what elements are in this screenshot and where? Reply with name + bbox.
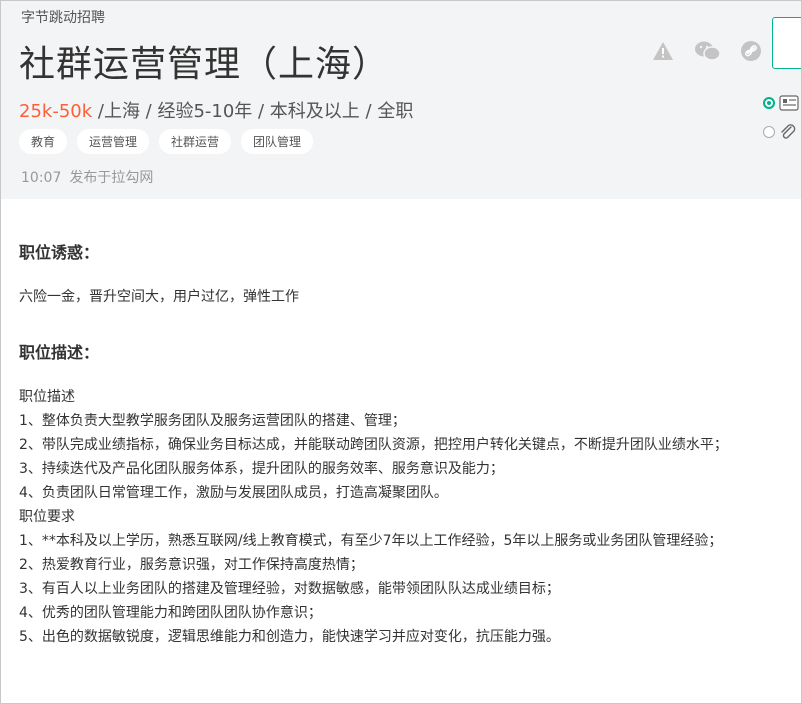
resume-icon	[779, 95, 799, 111]
job-header: 字节跳动招聘 社群运营管理（上海） 25k-50k /上海 / 经验5-10年 …	[1, 1, 801, 199]
apply-button[interactable]	[772, 17, 801, 69]
attachment-icon	[781, 124, 796, 139]
publish-source: 发布于拉勾网	[69, 170, 154, 186]
description-line: 职位描述	[19, 389, 75, 405]
job-content: 职位诱惑： 六险一金，晋升空间大，用户过亿，弹性工作 职位描述： 职位描述 1、…	[19, 241, 779, 649]
description-line: 1、**本科及以上学历，熟悉互联网/线上教育模式，有至少7年以上工作经验，5年以…	[19, 533, 723, 549]
description-line: 2、热爱教育行业，服务意识强，对工作保持高度热情；	[19, 557, 364, 573]
job-detail-page: 字节跳动招聘 社群运营管理（上海） 25k-50k /上海 / 经验5-10年 …	[0, 0, 802, 704]
description-line: 3、持续迭代及产品化团队服务体系，提升团队的服务效率、服务意识及能力；	[19, 461, 504, 477]
wechat-icon[interactable]	[694, 39, 722, 63]
radio-checked[interactable]	[763, 97, 775, 109]
tag[interactable]: 运营管理	[77, 129, 150, 154]
attachment-resume-option[interactable]	[763, 123, 797, 141]
warning-icon[interactable]	[651, 39, 675, 63]
description-line: 4、负责团队日常管理工作，激励与发展团队成员，打造高凝聚团队。	[19, 485, 448, 501]
description-line: 2、带队完成业绩指标，确保业务目标达成，并能联动跨团队资源，把控用户转化关键点，…	[19, 437, 728, 453]
description-line: 职位要求	[19, 509, 75, 525]
link-icon[interactable]	[739, 39, 763, 63]
tag[interactable]: 教育	[19, 129, 68, 154]
publish-info: 10:07 发布于拉勾网	[21, 167, 161, 187]
perks-text: 六险一金，晋升空间大，用户过亿，弹性工作	[19, 289, 299, 305]
publish-time: 10:07	[21, 170, 62, 186]
description-line: 4、优秀的团队管理能力和跨团队团队协作意识；	[19, 605, 322, 621]
online-resume-option[interactable]	[763, 95, 799, 111]
company-name[interactable]: 字节跳动招聘	[21, 7, 105, 27]
job-meta: 25k-50k /上海 / 经验5-10年 / 本科及以上 / 全职	[19, 97, 413, 123]
radio-unchecked[interactable]	[763, 126, 775, 138]
description-line: 1、整体负责大型教学服务团队及服务运营团队的搭建、管理；	[19, 413, 406, 429]
description-title: 职位描述：	[19, 343, 100, 362]
salary: 25k-50k	[19, 101, 93, 122]
tag-list: 教育 运营管理 社群运营 团队管理	[19, 129, 314, 154]
job-title: 社群运营管理（上海）	[19, 44, 390, 85]
description-body: 职位描述 1、整体负责大型教学服务团队及服务运营团队的搭建、管理； 2、带队完成…	[19, 385, 779, 649]
description-line: 3、有百人以上业务团队的搭建及管理经验，对数据敏感，能带领团队队达成业绩目标；	[19, 581, 560, 597]
job-requirements: /上海 / 经验5-10年 / 本科及以上 / 全职	[92, 101, 414, 122]
tag[interactable]: 社群运营	[159, 129, 232, 154]
tag[interactable]: 团队管理	[241, 129, 314, 154]
perks-title: 职位诱惑：	[19, 243, 100, 262]
description-line: 5、出色的数据敏锐度，逻辑思维能力和创造力，能快速学习并应对变化，抗压能力强。	[19, 629, 560, 645]
